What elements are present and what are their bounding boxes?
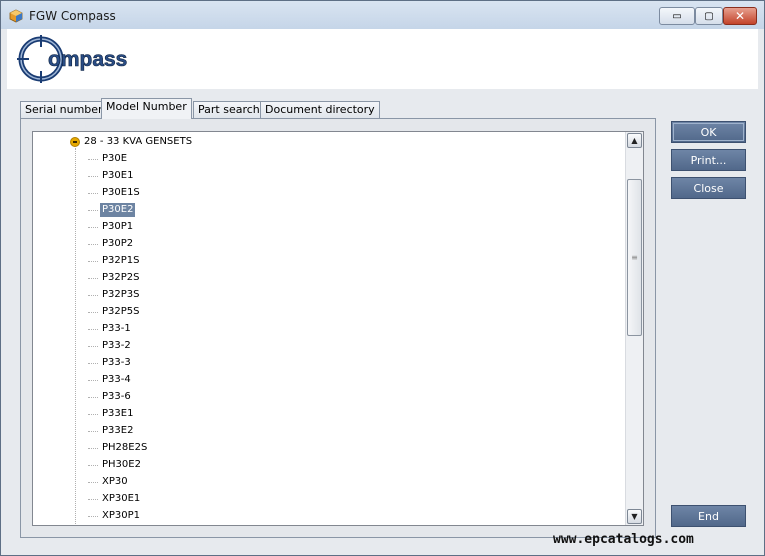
model-tree[interactable]: 28 - 33 KVA GENSETS P30E P30E1 P30E1S P30E2…: [32, 131, 644, 526]
tree-item[interactable]: XP30E1: [87, 492, 142, 506]
tree-item[interactable]: P32P2S: [88, 271, 142, 285]
tab-model-number[interactable]: Model Number: [101, 98, 192, 119]
grip-icon: ≡: [631, 253, 638, 262]
watermark-text: www.epcatalogs.com: [553, 532, 694, 547]
scroll-up-button[interactable]: ▲: [627, 133, 642, 148]
tree-item[interactable]: P33E1: [87, 407, 135, 421]
window-title: FGW Compass: [29, 9, 116, 23]
compass-logo: ompass: [17, 35, 128, 83]
app-icon: [9, 9, 23, 23]
tree-item[interactable]: P32P5S: [88, 305, 142, 319]
tab-part-search[interactable]: Part search: [193, 101, 265, 118]
tree-item[interactable]: PH28E2S: [87, 441, 149, 455]
tree-connector-line: [75, 148, 76, 525]
tree-item[interactable]: P30E2: [87, 203, 136, 217]
minimize-icon: ▭: [672, 10, 682, 22]
chevron-down-icon: ▼: [631, 512, 638, 521]
tree-item[interactable]: P32P3S: [88, 288, 142, 302]
chevron-up-icon: ▲: [631, 136, 638, 145]
tree-item[interactable]: P30E1S: [88, 186, 142, 200]
tree-item[interactable]: P30P1: [87, 220, 135, 234]
tree-item[interactable]: P33-4: [88, 373, 133, 387]
tree-item[interactable]: XP30: [88, 475, 130, 489]
ok-button[interactable]: OK: [671, 121, 746, 143]
minimize-button[interactable]: ▭: [659, 7, 695, 25]
svg-text:ompass: ompass: [48, 48, 127, 71]
tree-item[interactable]: P33-3: [88, 356, 133, 370]
scroll-down-button[interactable]: ▼: [627, 509, 642, 524]
close-icon: ✕: [734, 9, 746, 23]
close-window-button[interactable]: ✕: [723, 7, 757, 25]
tree-root-label: 28 - 33 KVA GENSETS: [84, 136, 193, 147]
maximize-icon: ▢: [704, 10, 714, 22]
tree-item[interactable]: P30P2: [87, 237, 135, 251]
end-button[interactable]: End: [671, 505, 746, 527]
maximize-button[interactable]: ▢: [695, 7, 723, 25]
scroll-thumb[interactable]: ≡: [627, 179, 642, 336]
tree-item[interactable]: P33-6: [88, 390, 133, 404]
logo-banner: ompass: [7, 29, 758, 89]
tab-serial-number[interactable]: Serial number: [20, 101, 108, 118]
tree-item[interactable]: P33-1: [88, 322, 133, 336]
close-button[interactable]: Close: [671, 177, 746, 199]
tree-root-node[interactable]: 28 - 33 KVA GENSETS: [70, 136, 192, 147]
tree-item[interactable]: P30E: [87, 152, 129, 166]
tree-item[interactable]: XP30P1: [88, 509, 142, 523]
tree-item[interactable]: P30E1: [87, 169, 135, 183]
tree-item[interactable]: PH30E2: [88, 458, 143, 472]
collapse-icon[interactable]: [70, 136, 80, 147]
model-number-panel: 28 - 33 KVA GENSETS P30E P30E1 P30E1S P30E2…: [20, 118, 656, 538]
title-bar[interactable]: FGW Compass ▭ ▢ ✕: [1, 1, 764, 29]
app-window: FGW Compass ▭ ▢ ✕ ompass Serial number M…: [0, 0, 765, 556]
vertical-scrollbar[interactable]: ▲ ≡ ▼: [625, 132, 643, 525]
tree-item[interactable]: P33E2: [87, 424, 135, 438]
tree-item[interactable]: P32P1S: [88, 254, 142, 268]
tree-item[interactable]: P33-2: [88, 339, 133, 353]
print-button[interactable]: Print...: [671, 149, 746, 171]
tab-document-directory[interactable]: Document directory: [260, 101, 380, 118]
